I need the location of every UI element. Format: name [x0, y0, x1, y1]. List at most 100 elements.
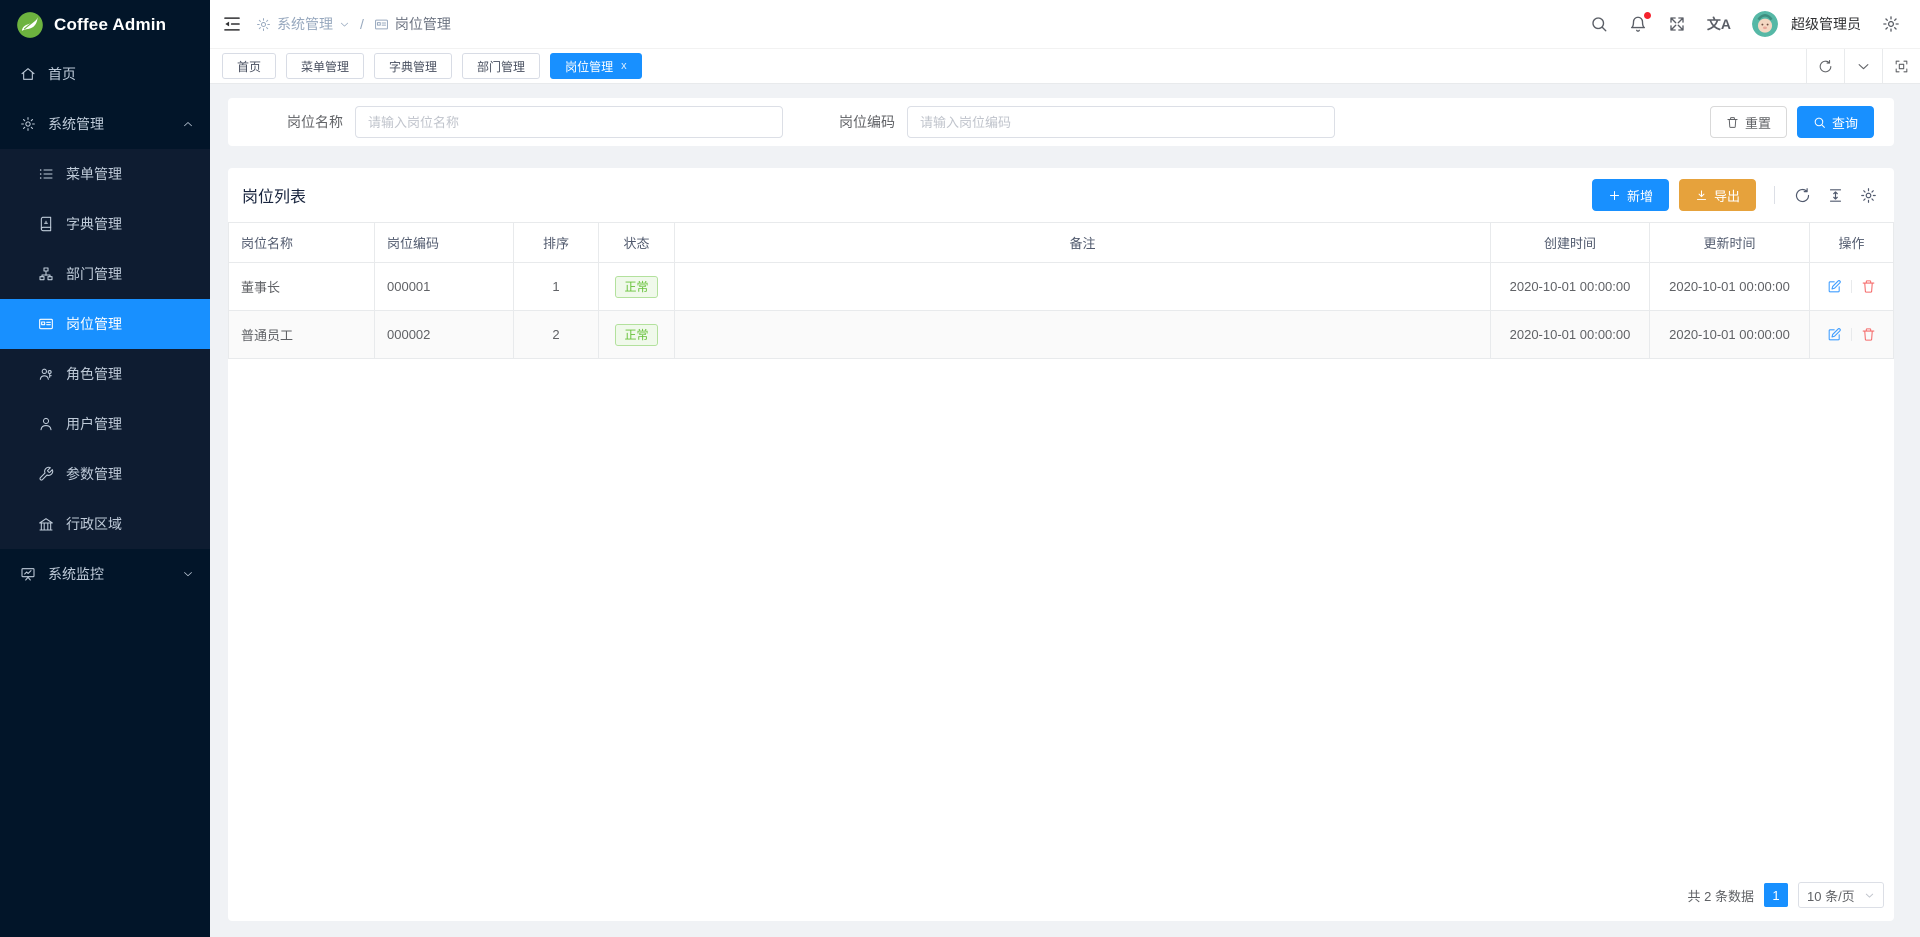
id-card-icon	[38, 316, 54, 332]
sidebar-item-param-management[interactable]: 参数管理	[0, 449, 210, 499]
post-table: 岗位名称 岗位编码 排序 状态 备注 创建时间 更新时间 操作 董事长	[228, 222, 1894, 359]
tab-dict-management[interactable]: 字典管理	[374, 53, 452, 79]
notifications-button[interactable]	[1629, 15, 1647, 33]
sidebar-item-label: 用户管理	[66, 414, 122, 434]
tab-label: 岗位管理	[565, 58, 613, 75]
cell-actions	[1810, 263, 1894, 311]
tab-label: 首页	[237, 58, 261, 75]
content-fullscreen-button[interactable]	[1882, 49, 1920, 83]
table-row: 董事长 000001 1 正常 2020-10-01 00:00:00 2020…	[229, 263, 1894, 311]
search-button[interactable]	[1590, 15, 1608, 33]
add-button[interactable]: 新增	[1592, 179, 1669, 211]
search-form-buttons: 重置 查询	[1710, 106, 1874, 138]
search-icon	[1590, 15, 1608, 33]
sidebar-item-admin-region[interactable]: 行政区域	[0, 499, 210, 549]
sidebar-item-menu-management[interactable]: 菜单管理	[0, 149, 210, 199]
tab-menu-management[interactable]: 菜单管理	[286, 53, 364, 79]
spring-leaf-logo-icon	[16, 11, 44, 39]
list-icon	[38, 166, 54, 182]
language-switch-button[interactable]: 文A	[1707, 14, 1731, 34]
column-settings-button[interactable]	[1857, 187, 1880, 204]
sidebar-item-post-management[interactable]: 岗位管理	[0, 299, 210, 349]
reset-button-label: 重置	[1745, 113, 1771, 132]
table-header-row: 岗位名称 岗位编码 排序 状态 备注 创建时间 更新时间 操作	[229, 223, 1894, 263]
tab-dept-management[interactable]: 部门管理	[462, 53, 540, 79]
collapse-menu-icon	[222, 14, 242, 34]
download-icon	[1695, 189, 1708, 202]
navbar-actions: 文A 超级管理员	[1590, 11, 1900, 37]
sidebar-item-dict-management[interactable]: 字典管理	[0, 199, 210, 249]
refresh-icon	[1794, 187, 1811, 204]
monitor-icon	[20, 566, 36, 582]
reset-button[interactable]: 重置	[1710, 106, 1787, 138]
sidebar-submenu-system: 菜单管理 字典管理 部门管理 岗位管理 角色管理	[0, 149, 210, 549]
fullscreen-expand-icon	[1668, 15, 1686, 33]
app-window: Coffee Admin 首页 系统管理 菜单管理 字典管理	[0, 0, 1920, 937]
sidebar-item-label: 系统监控	[48, 564, 104, 584]
trash-icon	[1726, 116, 1739, 129]
column-header-actions: 操作	[1810, 223, 1894, 263]
sidebar-collapse-button[interactable]	[222, 14, 242, 34]
table-density-button[interactable]	[1824, 187, 1847, 204]
current-user-name[interactable]: 超级管理员	[1791, 14, 1861, 34]
refresh-table-button[interactable]	[1791, 187, 1814, 204]
chevron-down-icon	[1856, 59, 1871, 74]
status-badge: 正常	[615, 276, 657, 298]
chevron-down-icon	[182, 568, 194, 580]
close-icon[interactable]: x	[621, 60, 627, 72]
tab-post-management[interactable]: 岗位管理 x	[550, 53, 642, 79]
action-divider	[1851, 328, 1852, 341]
role-key-icon	[38, 366, 54, 382]
post-name-input[interactable]	[355, 106, 783, 138]
column-header-created: 创建时间	[1491, 223, 1650, 263]
breadcrumb: 系统管理 / 岗位管理	[256, 14, 451, 34]
tab-home[interactable]: 首页	[222, 53, 276, 79]
post-list-header: 岗位列表 新增 导出	[228, 168, 1894, 222]
avatar[interactable]	[1752, 11, 1778, 37]
chevron-down-icon[interactable]	[339, 19, 350, 30]
edit-button[interactable]	[1827, 327, 1842, 342]
export-button[interactable]: 导出	[1679, 179, 1756, 211]
chevron-up-icon	[182, 118, 194, 130]
column-header-status: 状态	[599, 223, 675, 263]
table-toolbar: 新增 导出	[1592, 179, 1880, 211]
sidebar-item-label: 系统管理	[48, 114, 104, 134]
sidebar-item-system-monitor[interactable]: 系统监控	[0, 549, 210, 599]
sidebar-item-home[interactable]: 首页	[0, 49, 210, 99]
sidebar-item-label: 岗位管理	[66, 314, 122, 334]
cell-post-name: 普通员工	[229, 311, 375, 359]
form-item-post-name: 岗位名称	[248, 106, 783, 138]
gear-icon	[1882, 15, 1900, 33]
notification-badge	[1644, 12, 1651, 19]
sidebar-item-dept-management[interactable]: 部门管理	[0, 249, 210, 299]
gear-icon	[20, 116, 36, 132]
fullscreen-button[interactable]	[1668, 15, 1686, 33]
page-number-button[interactable]: 1	[1764, 883, 1788, 907]
breadcrumb-root[interactable]: 系统管理	[277, 14, 333, 34]
app-logo[interactable]: Coffee Admin	[0, 0, 210, 49]
cell-post-code: 000002	[375, 311, 514, 359]
delete-button[interactable]	[1861, 279, 1876, 294]
edit-icon	[1827, 327, 1842, 342]
settings-button[interactable]	[1882, 15, 1900, 33]
edit-button[interactable]	[1827, 279, 1842, 294]
cell-created: 2020-10-01 00:00:00	[1491, 311, 1650, 359]
query-button-label: 查询	[1832, 113, 1858, 132]
page-size-select[interactable]: 10 条/页	[1798, 882, 1884, 908]
refresh-tab-button[interactable]	[1806, 49, 1844, 83]
delete-button[interactable]	[1861, 327, 1876, 342]
search-form-card: 岗位名称 岗位编码 重置 查询	[228, 98, 1894, 146]
sidebar-item-system-management[interactable]: 系统管理	[0, 99, 210, 149]
post-code-input[interactable]	[907, 106, 1335, 138]
id-card-icon	[374, 17, 389, 32]
tab-label: 字典管理	[389, 58, 437, 75]
query-button[interactable]: 查询	[1797, 106, 1874, 138]
row-actions	[1810, 279, 1893, 294]
sidebar-item-user-management[interactable]: 用户管理	[0, 399, 210, 449]
sidebar-menu: 首页 系统管理 菜单管理 字典管理 部门管理	[0, 49, 210, 937]
sidebar-item-role-management[interactable]: 角色管理	[0, 349, 210, 399]
tab-options-button[interactable]	[1844, 49, 1882, 83]
sidebar-item-label: 行政区域	[66, 514, 122, 534]
cell-updated: 2020-10-01 00:00:00	[1650, 311, 1810, 359]
chevron-down-icon	[1864, 890, 1875, 901]
